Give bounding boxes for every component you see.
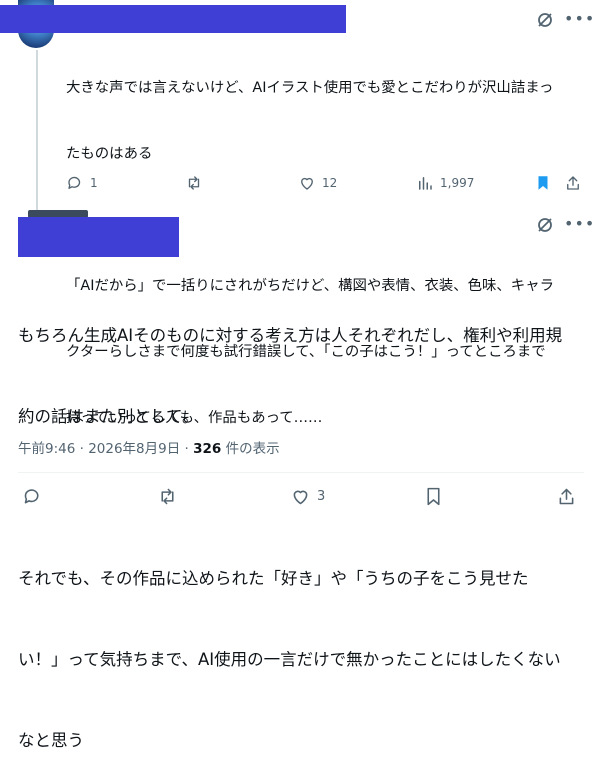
reply-line: たものはある: [66, 146, 153, 162]
reply-count: 1: [90, 176, 98, 190]
more-icon[interactable]: •••: [564, 214, 595, 233]
repost-button[interactable]: [157, 486, 178, 507]
like-button[interactable]: 12: [298, 174, 337, 192]
more-icon[interactable]: •••: [564, 9, 595, 28]
like-icon: [301, 177, 313, 190]
views-button[interactable]: 1,997: [416, 174, 474, 192]
main-line: 約の話はまた別として。: [18, 407, 199, 426]
bookmark-icon: [538, 176, 548, 190]
bookmark-button[interactable]: [534, 174, 552, 192]
main-action-bar: 3: [0, 486, 600, 510]
repost-icon: [188, 176, 200, 190]
main-line: それでも、その作品に込められた「好き」や「うちの子をこう見せた: [18, 569, 529, 588]
reply-button[interactable]: [22, 486, 43, 507]
reply-icon: [68, 176, 81, 189]
post-timestamp[interactable]: 午前9:46 · 2026年8月9日 ·: [18, 441, 193, 457]
reply-button[interactable]: 1: [66, 174, 98, 192]
share-button[interactable]: [564, 174, 582, 192]
reply-author-redaction: [0, 5, 346, 33]
bookmark-button[interactable]: [423, 486, 444, 507]
reply-icon: [24, 489, 39, 504]
post-views-count: 326: [193, 441, 222, 457]
share-button[interactable]: [556, 486, 577, 507]
like-icon: [293, 490, 308, 505]
views-icon: [419, 177, 432, 190]
repost-icon: [161, 488, 174, 505]
share-icon: [567, 176, 579, 190]
grok-icon[interactable]: [536, 11, 554, 33]
like-count: 3: [317, 489, 326, 504]
like-button[interactable]: 3: [290, 486, 325, 507]
bookmark-icon: [427, 487, 440, 506]
post-views-label: 件の表示: [221, 441, 280, 457]
repost-button[interactable]: [185, 174, 203, 192]
like-count: 12: [322, 176, 338, 190]
main-post-text: もちろん生成AIそのものに対する考え方は人それぞれだし、権利や利用規 約の話はま…: [18, 268, 584, 781]
main-line: い！」って気持ちまで、AI使用の一言だけで無かったことにはしたくない: [18, 650, 561, 669]
grok-icon[interactable]: [536, 216, 554, 238]
main-line: もちろん生成AIそのものに対する考え方は人それぞれだし、権利や利用規: [18, 326, 563, 345]
post-meta: 午前9:46 · 2026年8月9日 · 326 件の表示: [18, 437, 280, 457]
main-line: なと思う: [18, 731, 84, 750]
divider: [18, 472, 584, 473]
reply-action-bar: 1 12 1,997: [0, 174, 600, 194]
share-icon: [559, 488, 574, 505]
reply-line: 大きな声では言えないけど、AIイラスト使用でも愛とこだわりが沢山詰まっ: [66, 80, 554, 96]
main-author-redaction: [18, 217, 179, 257]
views-count: 1,997: [440, 176, 475, 190]
